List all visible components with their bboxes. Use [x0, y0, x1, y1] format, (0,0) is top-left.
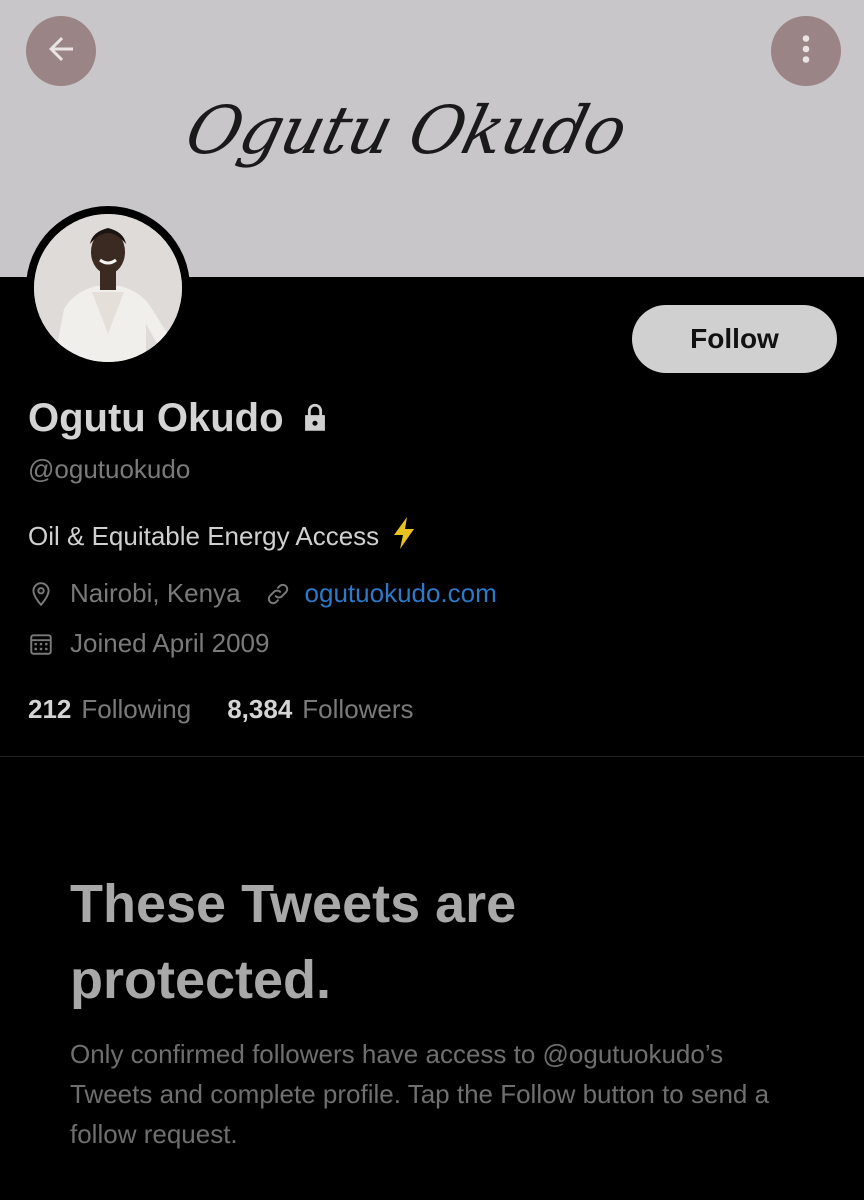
arrow-left-icon — [43, 31, 79, 72]
following-stat[interactable]: 212 Following — [28, 694, 191, 725]
profile-name-row: Ogutu Okudo — [28, 396, 332, 441]
location-pin-icon — [28, 581, 54, 607]
following-label: Following — [81, 694, 192, 724]
follow-button[interactable]: Follow — [632, 305, 837, 373]
followers-stat[interactable]: 8,384 Followers — [227, 694, 413, 725]
profile-meta-location: Nairobi, Kenya ogutuokudo.com — [28, 578, 497, 609]
calendar-icon — [28, 631, 54, 657]
protected-message: Only confirmed followers have access to … — [70, 1039, 770, 1149]
profile-meta-joined: Joined April 2009 — [28, 628, 269, 659]
joined-text: Joined April 2009 — [70, 628, 270, 658]
lock-icon — [298, 401, 332, 440]
website-link[interactable]: ogutuokudo.com — [305, 578, 497, 609]
banner-signature: Ogutu Okudo — [178, 92, 635, 169]
followers-count: 8,384 — [227, 694, 293, 724]
avatar[interactable] — [26, 206, 190, 370]
following-count: 212 — [28, 694, 72, 724]
followers-label: Followers — [302, 694, 414, 724]
profile-handle: @ogutuokudo — [28, 454, 191, 484]
lightning-bolt-icon — [391, 516, 417, 557]
more-options-button[interactable] — [771, 16, 841, 86]
profile-stats: 212 Following 8,384 Followers — [28, 694, 414, 725]
protected-title: These Tweets are protected. — [70, 874, 517, 1010]
profile-name: Ogutu Okudo — [28, 396, 284, 440]
back-button[interactable] — [26, 16, 96, 86]
profile-bio: Oil & Equitable Energy Access — [28, 516, 417, 557]
more-vertical-icon — [788, 31, 824, 72]
link-icon — [265, 581, 291, 607]
avatar-photo — [34, 214, 182, 362]
divider — [0, 756, 864, 757]
location-text: Nairobi, Kenya — [70, 578, 241, 608]
bio-text: Oil & Equitable Energy Access — [28, 521, 380, 551]
